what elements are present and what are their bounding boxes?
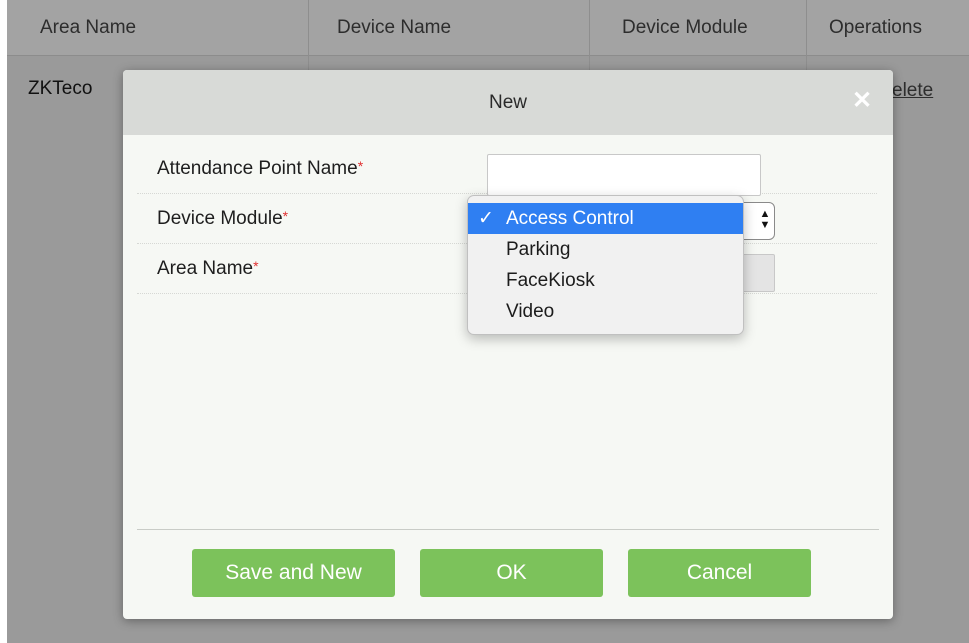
dialog-title: New: [488, 91, 527, 113]
close-icon[interactable]: ✕: [851, 89, 873, 113]
attendance-point-name-label: Attendance Point Name*: [157, 158, 364, 179]
dialog-header: New ✕: [123, 70, 893, 135]
form-row-attendance-point-name: Attendance Point Name*: [137, 144, 877, 196]
area-name-label: Area Name*: [157, 258, 259, 279]
dropdown-option-video[interactable]: Video: [468, 296, 743, 327]
checkmark-icon: ✓: [478, 208, 494, 229]
column-header-device-name[interactable]: Device Name: [337, 0, 451, 56]
cancel-button[interactable]: Cancel: [628, 549, 811, 597]
device-module-dropdown: ✓ Access Control Parking FaceKiosk Video: [467, 195, 744, 335]
table-header: Area Name Device Name Device Module Oper…: [7, 0, 969, 56]
save-and-new-button[interactable]: Save and New: [192, 549, 395, 597]
cell-area-name: ZKTeco: [28, 78, 93, 99]
delete-link[interactable]: elete: [892, 80, 933, 102]
required-mark: *: [253, 258, 259, 274]
dropdown-option-facekiosk[interactable]: FaceKiosk: [468, 265, 743, 296]
footer-divider: [137, 529, 879, 530]
column-header-operations: Operations: [829, 17, 922, 38]
ok-button[interactable]: OK: [420, 549, 603, 597]
required-mark: *: [282, 208, 289, 224]
attendance-point-name-input[interactable]: [487, 154, 761, 196]
dropdown-option-access-control[interactable]: ✓ Access Control: [468, 203, 743, 234]
select-arrows-icon: ▲ ▼: [759, 208, 771, 231]
dropdown-option-parking[interactable]: Parking: [468, 234, 743, 265]
column-header-area-name[interactable]: Area Name: [40, 0, 136, 56]
new-dialog: New ✕ Attendance Point Name* Device Modu…: [123, 70, 893, 619]
device-module-label: Device Module*: [157, 208, 289, 229]
column-header-device-module[interactable]: Device Module: [622, 0, 748, 56]
required-mark: *: [357, 158, 364, 174]
